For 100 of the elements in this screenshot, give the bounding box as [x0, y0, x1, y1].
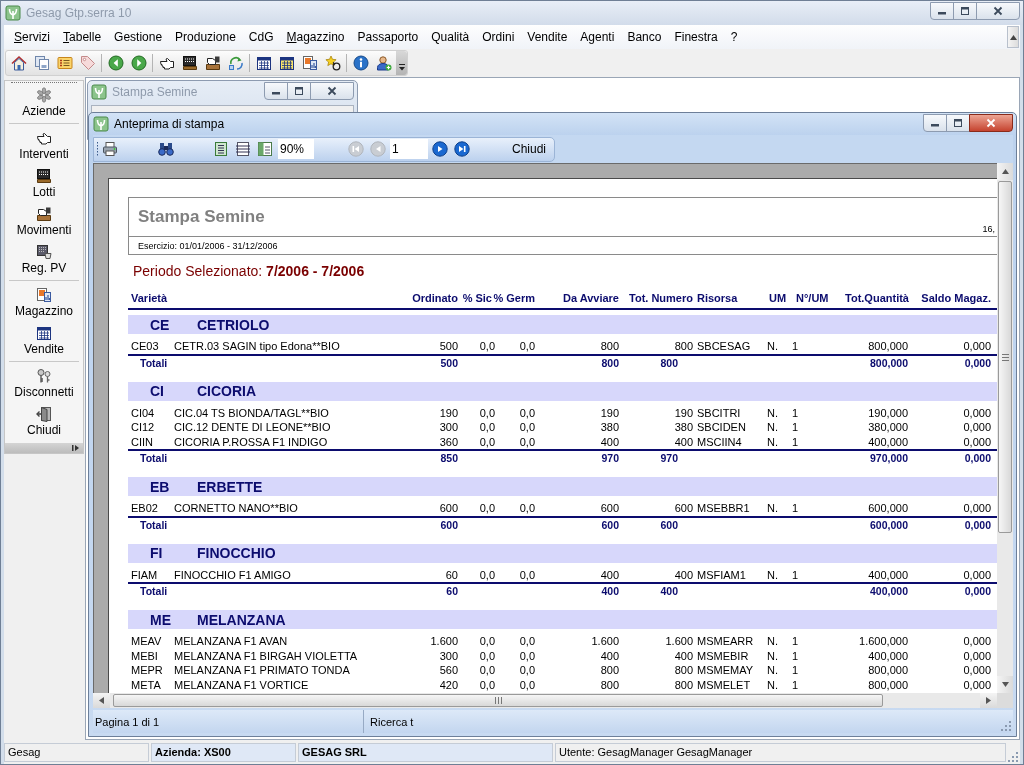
- column-header: UM: [769, 291, 787, 305]
- scroll-down-button[interactable]: [997, 676, 1013, 693]
- table-cell: EB02: [131, 501, 158, 516]
- sidebar-item[interactable]: Movimenti: [9, 202, 79, 240]
- table-cell: 0,0: [479, 501, 495, 516]
- menu-item[interactable]: Finestra: [668, 28, 724, 46]
- table-cell: 1: [791, 339, 798, 354]
- table-cell: 0,000: [963, 405, 991, 420]
- sidebar-item[interactable]: Lotti: [9, 164, 79, 202]
- column-header: % Germ: [493, 291, 535, 305]
- table-cell: MELANZANA F1 BIRGAH VIOLETTA: [174, 648, 358, 663]
- sidebar-item[interactable]: Disconnetti: [9, 364, 79, 402]
- scrollbar-thumb[interactable]: [998, 181, 1012, 533]
- printer-icon: [102, 141, 118, 157]
- sidebar-expand-button[interactable]: [5, 443, 83, 453]
- maximize-button[interactable]: [946, 114, 970, 132]
- sidebar-item[interactable]: Reg. PV: [9, 240, 79, 278]
- group-name: CETRIOLO: [197, 316, 270, 333]
- totals-label: Totali: [140, 451, 168, 465]
- total-value: 600,000: [870, 517, 908, 532]
- minimize-button[interactable]: [930, 2, 954, 20]
- column-header: Varietà: [131, 291, 168, 305]
- page-field[interactable]: 1: [390, 139, 428, 159]
- scrollbar-corner: [997, 693, 1013, 708]
- column-header: Tot. Numero: [629, 291, 693, 305]
- sidebar-item[interactable]: Vendite: [9, 321, 79, 359]
- maximize-button[interactable]: [953, 2, 977, 20]
- table-cell: 800,000: [868, 663, 908, 678]
- table-cell: CETR.03 SAGIN tipo Edona**BIO: [174, 339, 340, 354]
- hand-box-icon: [204, 55, 221, 71]
- toolbar-overflow-button[interactable]: [396, 51, 407, 75]
- table-cell: 800: [674, 677, 693, 692]
- table-cell: 1: [791, 648, 798, 663]
- menu-item[interactable]: Agenti: [574, 28, 621, 46]
- scroll-right-button[interactable]: [980, 693, 997, 708]
- scroll-left-button[interactable]: [93, 693, 110, 708]
- table-cell: MEPR: [131, 663, 163, 678]
- menu-item[interactable]: Ordini: [476, 28, 521, 46]
- exit-door-icon: [36, 406, 52, 422]
- minimize-button[interactable]: [264, 82, 288, 100]
- table-cell: 360: [439, 434, 458, 449]
- menu-item[interactable]: ?: [724, 28, 744, 46]
- menu-item[interactable]: Magazzino: [280, 28, 351, 46]
- table-cell: CI12: [131, 420, 155, 435]
- sidebar-item[interactable]: Interventi: [9, 126, 79, 164]
- sidebar-item[interactable]: Chiudi: [9, 402, 79, 440]
- app-icon: [93, 116, 109, 132]
- close-button[interactable]: [310, 82, 354, 100]
- chevron-down-icon: [397, 64, 406, 71]
- close-button[interactable]: [969, 114, 1013, 132]
- sidebar-item[interactable]: Aziende: [9, 83, 79, 121]
- report-title: Stampa Semine: [138, 207, 265, 227]
- table-cell: MSFIAM1: [697, 567, 746, 582]
- table-cell: 800: [600, 339, 619, 354]
- menu-item[interactable]: Servizi: [8, 28, 57, 46]
- total-value: 970: [601, 451, 619, 465]
- menu-item[interactable]: CdG: [242, 28, 280, 46]
- table-cell: 0,0: [519, 434, 535, 449]
- total-value: 800,000: [870, 355, 908, 370]
- total-value: 0,000: [964, 517, 991, 532]
- table-cell: MSMELET: [697, 677, 751, 692]
- house-icon: [10, 55, 27, 71]
- menu-item[interactable]: Banco: [621, 28, 668, 46]
- minimize-button[interactable]: [923, 114, 947, 132]
- last-page-button[interactable]: [452, 139, 472, 159]
- maximize-button[interactable]: [287, 82, 311, 100]
- group-code: FI: [150, 545, 163, 561]
- group-code: EB: [150, 478, 170, 495]
- table-cell: 0,0: [519, 648, 535, 663]
- menu-item[interactable]: Tabelle: [57, 28, 108, 46]
- table-cell: MELANZANA F1 AVAN: [174, 634, 288, 649]
- menu-item[interactable]: Gestione: [108, 28, 169, 46]
- hand-box-icon: [36, 206, 52, 222]
- cycle-arrows-icon: [227, 55, 244, 71]
- close-icon: [327, 86, 337, 96]
- menu-item[interactable]: Passaporto: [351, 28, 425, 46]
- scrollbar-thumb[interactable]: [113, 694, 883, 707]
- binoculars-icon: [158, 141, 174, 157]
- menu-item[interactable]: Qualità: [425, 28, 476, 46]
- next-page-button[interactable]: [430, 139, 450, 159]
- menu-item[interactable]: Vendite: [521, 28, 574, 46]
- table-cell: 560: [439, 663, 458, 678]
- close-icon: [986, 118, 996, 128]
- maximize-icon: [960, 6, 970, 16]
- table-cell: N.: [767, 663, 778, 678]
- menu-scroll-button[interactable]: [1007, 26, 1019, 48]
- sidebar-item[interactable]: Magazzino: [9, 283, 79, 321]
- column-header: Saldo Magaz.: [921, 291, 991, 305]
- table-cell: CE03: [131, 339, 159, 354]
- report-date: 16,: [982, 224, 995, 234]
- close-preview-button[interactable]: Chiudi: [507, 140, 550, 158]
- user-add-icon: [375, 55, 392, 71]
- zoom-field[interactable]: 90%: [278, 139, 314, 159]
- scroll-up-button[interactable]: [997, 163, 1013, 180]
- table-cell: N.: [767, 434, 778, 449]
- maximize-icon: [294, 86, 304, 96]
- page-lines-icon: [235, 141, 251, 157]
- menu-item[interactable]: Produzione: [169, 28, 242, 46]
- close-button[interactable]: [976, 2, 1020, 20]
- triangle-up-icon: [1009, 34, 1017, 40]
